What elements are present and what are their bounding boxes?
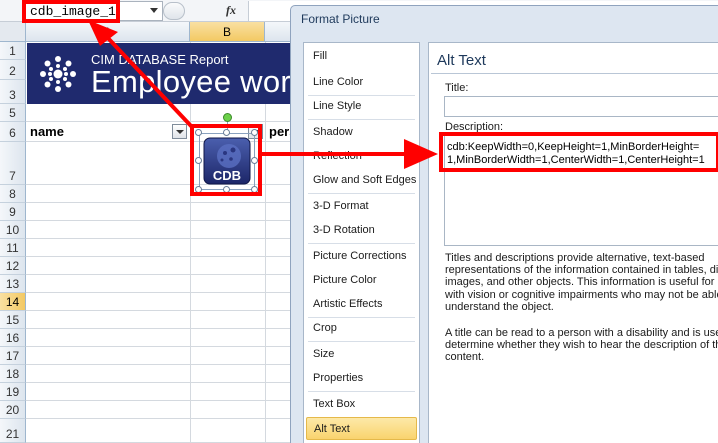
annotation-box-image <box>190 124 262 196</box>
nav-separator <box>308 391 415 392</box>
row-header-9[interactable]: 9 <box>0 203 26 221</box>
formula-bar-resize-handle[interactable] <box>163 2 185 20</box>
help-paragraph-1: Titles and descriptions provide alternat… <box>445 252 718 313</box>
select-all-corner[interactable] <box>0 22 26 42</box>
nav-item-reflection[interactable]: Reflection <box>303 145 420 168</box>
row-header-21[interactable]: 21 <box>0 419 26 443</box>
nav-item-fill[interactable]: Fill <box>303 45 420 68</box>
nav-separator <box>308 193 415 194</box>
nav-item-line-color[interactable]: Line Color <box>303 71 420 94</box>
row-header-2[interactable]: 2 <box>0 60 26 80</box>
gridline <box>26 328 296 329</box>
row-header-15[interactable]: 15 <box>0 311 26 329</box>
help-paragraph-2: A title can be read to a person with a d… <box>445 327 718 364</box>
row-header-1[interactable]: 1 <box>0 42 26 60</box>
gridline <box>26 400 296 401</box>
nav-separator <box>308 341 415 342</box>
row-header-11[interactable]: 11 <box>0 239 26 257</box>
row-header-5[interactable]: 5 <box>0 104 26 122</box>
nav-item-line-style[interactable]: Line Style <box>303 95 420 118</box>
row-header-16[interactable]: 16 <box>0 329 26 347</box>
row-header-6[interactable]: 6 <box>0 122 26 142</box>
nav-item-artistic-effects[interactable]: Artistic Effects <box>303 293 420 316</box>
row-header-12[interactable]: 12 <box>0 257 26 275</box>
nav-item-text-box[interactable]: Text Box <box>303 393 420 416</box>
gridline <box>26 274 296 275</box>
row-header-17[interactable]: 17 <box>0 347 26 365</box>
banner-title: Employee work <box>91 64 297 99</box>
heading-divider <box>431 73 718 74</box>
gridline <box>26 292 296 293</box>
nav-item-3-d-rotation[interactable]: 3-D Rotation <box>303 219 420 242</box>
nav-item-alt-text[interactable]: Alt Text <box>306 417 417 440</box>
nav-item-glow-and-soft-edges[interactable]: Glow and Soft Edges <box>303 169 420 192</box>
title-label: Title: <box>445 82 469 94</box>
dialog-title: Format Picture <box>301 12 380 26</box>
rotate-handle[interactable] <box>223 113 232 122</box>
gridline <box>26 202 296 203</box>
gridline <box>26 382 296 383</box>
gridline <box>26 346 296 347</box>
gridline <box>26 310 296 311</box>
column-header-a[interactable]: A <box>26 22 190 42</box>
nav-separator <box>308 243 415 244</box>
row-header-14[interactable]: 14 <box>0 293 26 311</box>
row-header-18[interactable]: 18 <box>0 365 26 383</box>
nav-item-size[interactable]: Size <box>303 343 420 366</box>
nav-item-properties[interactable]: Properties <box>303 367 420 390</box>
filter-dropdown-button[interactable] <box>172 124 187 139</box>
row-header-8[interactable]: 8 <box>0 185 26 203</box>
gridline <box>26 418 296 419</box>
annotation-box-description <box>439 132 718 172</box>
company-logo-icon <box>40 56 76 92</box>
panel-heading: Alt Text <box>437 52 486 69</box>
annotation-box-name <box>22 0 120 23</box>
row-header-19[interactable]: 19 <box>0 383 26 401</box>
gridline <box>26 238 296 239</box>
report-banner: CIM DATABASE Report Employee work <box>27 43 297 104</box>
gridline <box>26 256 296 257</box>
row-header-10[interactable]: 10 <box>0 221 26 239</box>
chevron-down-icon[interactable] <box>150 8 158 13</box>
nav-item-picture-color[interactable]: Picture Color <box>303 269 420 292</box>
nav-item-picture-corrections[interactable]: Picture Corrections <box>303 245 420 268</box>
title-input[interactable] <box>444 96 718 117</box>
row-header-20[interactable]: 20 <box>0 401 26 419</box>
insert-function-icon[interactable]: fx <box>226 3 236 18</box>
nav-item-3-d-format[interactable]: 3-D Format <box>303 195 420 218</box>
row-header-13[interactable]: 13 <box>0 275 26 293</box>
gridline <box>26 364 296 365</box>
column-header-b[interactable]: B <box>190 22 265 42</box>
header-cell-name[interactable]: name <box>27 122 190 142</box>
row-header-7[interactable]: 7 <box>0 142 26 185</box>
row-header-3[interactable]: 3 <box>0 80 26 104</box>
nav-item-crop[interactable]: Crop <box>303 317 420 340</box>
nav-item-shadow[interactable]: Shadow <box>303 121 420 144</box>
nav-separator <box>308 119 415 120</box>
gridline <box>26 220 296 221</box>
